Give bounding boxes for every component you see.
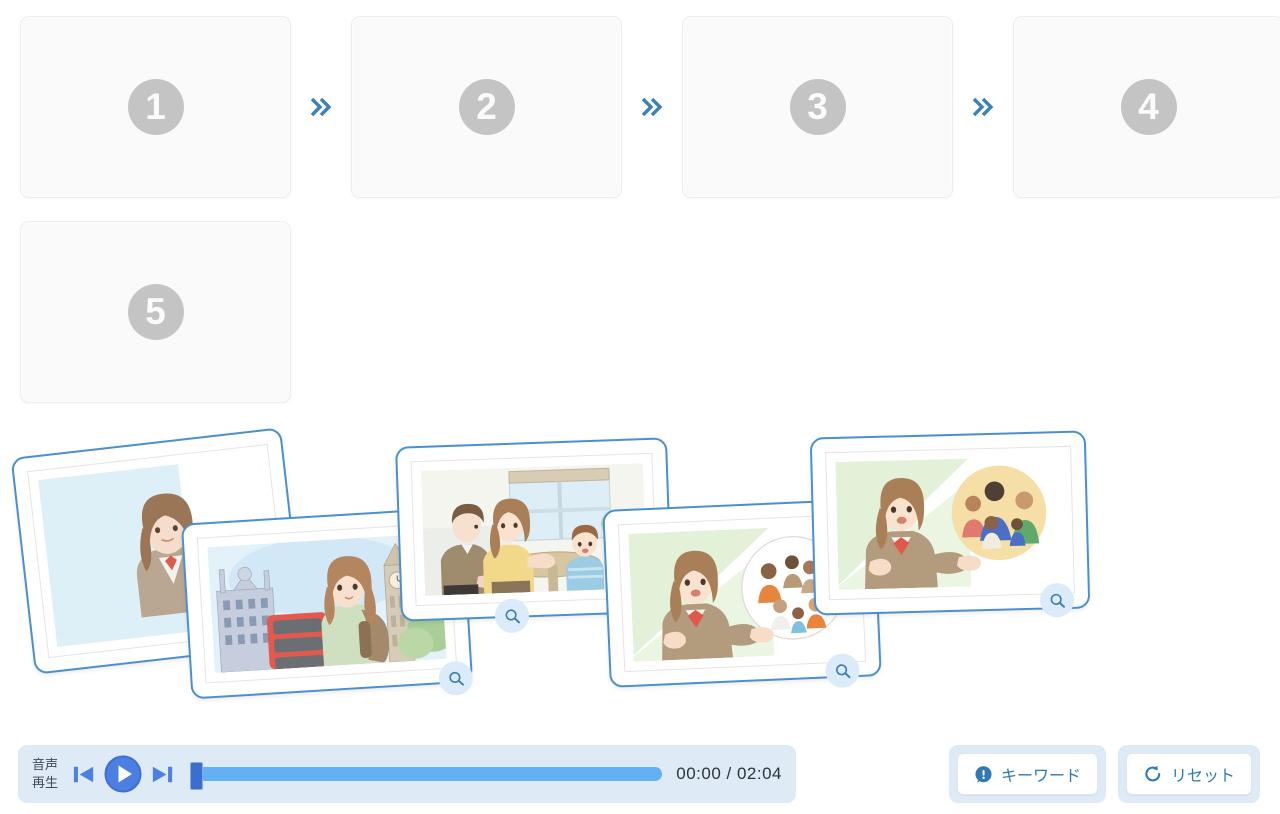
slot-number-badge: 3 xyxy=(789,79,846,135)
drop-slot-1[interactable]: 1 xyxy=(20,16,291,198)
double-chevron-right-icon xyxy=(622,94,682,120)
exclamation-bubble-icon xyxy=(974,765,993,784)
bottom-toolbar: 音声 再生 00:00 / 02:04 キーワード リセット xyxy=(0,738,1280,814)
zoom-magnifier-button[interactable] xyxy=(494,598,530,634)
reset-button-pad: リセット xyxy=(1117,745,1260,803)
zoom-magnifier-button[interactable] xyxy=(824,652,861,689)
audio-label-line-1: 音声 xyxy=(32,757,59,773)
slot-row-bottom: 5 xyxy=(20,221,291,403)
skip-next-icon[interactable] xyxy=(149,761,176,788)
keyword-button-pad: キーワード xyxy=(948,745,1106,803)
reset-button-label: リセット xyxy=(1170,768,1235,785)
play-circle-icon[interactable] xyxy=(103,754,143,794)
drop-slot-3[interactable]: 3 xyxy=(682,16,953,198)
audio-progress-slider[interactable] xyxy=(190,759,663,790)
double-chevron-right-icon xyxy=(291,94,351,120)
keyword-button[interactable]: キーワード xyxy=(956,753,1098,795)
photo-frame xyxy=(825,445,1075,601)
transport-controls xyxy=(70,754,176,794)
slot-row-top: 1 2 3 4 xyxy=(20,16,1280,198)
slot-area: 1 2 3 4 5 xyxy=(0,0,1280,420)
audio-label-line-2: 再生 xyxy=(32,775,59,790)
action-buttons: キーワード リセット xyxy=(948,745,1260,803)
audio-playback-label: 音声 再生 xyxy=(32,756,58,791)
drop-slot-2[interactable]: 2 xyxy=(351,16,622,198)
progress-handle[interactable] xyxy=(190,762,204,790)
refresh-icon xyxy=(1143,764,1163,784)
slot-number-badge: 5 xyxy=(127,284,184,340)
audio-time-display: 00:00 / 02:04 xyxy=(676,764,782,783)
slot-number-badge: 4 xyxy=(1120,79,1177,135)
zoom-magnifier-button[interactable] xyxy=(437,660,474,697)
keyword-button-label: キーワード xyxy=(1000,768,1081,785)
reset-button[interactable]: リセット xyxy=(1125,753,1252,795)
slot-number-badge: 2 xyxy=(458,79,515,135)
slot-number-badge: 1 xyxy=(127,79,184,135)
progress-track[interactable] xyxy=(198,767,663,781)
zoom-magnifier-button[interactable] xyxy=(1039,582,1075,618)
illustration-presenting-family xyxy=(835,456,1065,590)
photo-card-5[interactable] xyxy=(809,430,1091,618)
audio-player-panel: 音声 再生 00:00 / 02:04 xyxy=(18,745,796,803)
drop-slot-4[interactable]: 4 xyxy=(1013,16,1280,198)
photo-card-stack xyxy=(0,420,1280,720)
drop-slot-5[interactable]: 5 xyxy=(20,221,291,403)
skip-previous-icon[interactable] xyxy=(70,761,97,788)
double-chevron-right-icon xyxy=(953,94,1013,120)
